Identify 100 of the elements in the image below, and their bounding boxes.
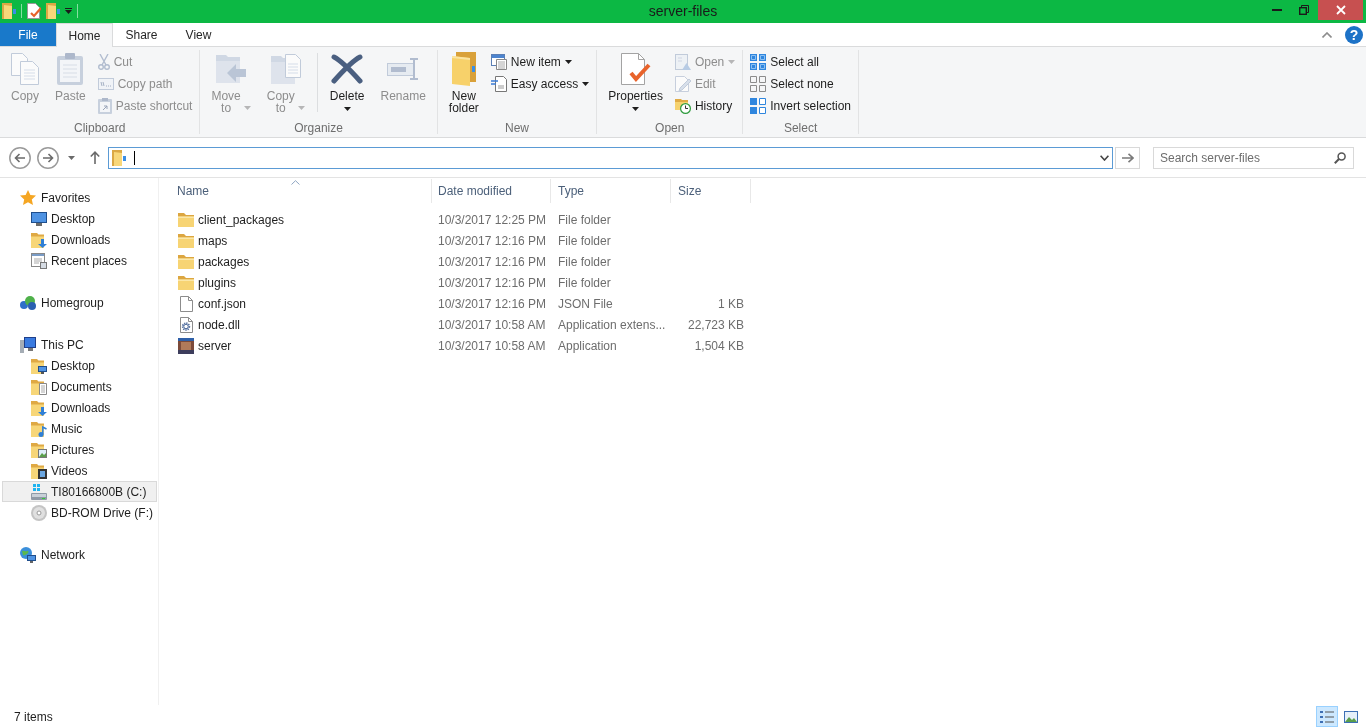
folder-icon [178, 254, 194, 269]
folder-icon [46, 3, 60, 19]
file-size: 22,723 KB [687, 317, 744, 332]
drive-icon [31, 483, 47, 500]
file-type: File folder [558, 212, 611, 227]
nav-item[interactable]: Downloads [2, 229, 157, 250]
details-view-button[interactable] [1316, 706, 1338, 727]
nav-item[interactable]: Homegroup [2, 292, 157, 313]
nav-item[interactable]: This PC [2, 334, 157, 355]
file-name[interactable]: server [198, 338, 232, 353]
window-title: server-files [648, 2, 718, 21]
back-icon [9, 146, 31, 169]
column-header[interactable]: Name [159, 179, 432, 203]
star-icon [20, 189, 36, 206]
globe-computer-icon [20, 546, 36, 563]
group-label: Organize [293, 120, 344, 137]
computer-icon [20, 336, 36, 353]
nav-item[interactable]: Recent places [2, 250, 157, 271]
picture-icon [1344, 710, 1358, 723]
back-button[interactable] [9, 146, 31, 169]
image-placeholder-icon [178, 337, 194, 354]
new-folder-button[interactable] [46, 3, 60, 19]
file-size: 1 KB [718, 296, 744, 311]
file-name[interactable]: maps [198, 233, 228, 248]
column-header[interactable]: Date modified [432, 179, 551, 203]
details-list-icon [1320, 710, 1334, 723]
file-size: 1,504 KB [694, 338, 744, 353]
new-item-button[interactable]: New item [487, 51, 593, 73]
nav-item[interactable]: Music [2, 418, 157, 439]
folder-document-icon [31, 378, 47, 395]
nav-item[interactable]: Downloads [2, 397, 157, 418]
document-gear-icon [179, 316, 193, 333]
clipboard-icon [57, 53, 84, 85]
caret-icon [68, 155, 75, 160]
monitor-icon [31, 211, 47, 226]
up-button[interactable] [90, 151, 100, 164]
document-icon [179, 295, 193, 312]
folder-icon [2, 3, 16, 19]
nav-item[interactable]: Desktop [2, 208, 157, 229]
chevron-up-icon [1322, 31, 1332, 38]
customize-toolbar-button[interactable] [65, 8, 72, 14]
folder-icon [451, 52, 476, 86]
cross-icon [331, 54, 364, 84]
disc-icon [31, 504, 47, 521]
history-button[interactable]: History [671, 95, 739, 117]
folder-download-icon [31, 399, 47, 416]
folder-monitor-icon [31, 357, 47, 374]
properties-button[interactable]: Properties [601, 49, 670, 111]
search-field[interactable]: Search server-files [1153, 146, 1354, 169]
forward-icon [37, 146, 59, 169]
nav-item[interactable]: TI80166800B (C:) [2, 481, 157, 502]
ribbon-tab[interactable]: View [170, 23, 227, 46]
file-name[interactable]: node.dll [198, 317, 241, 332]
window-list-icon [31, 252, 47, 269]
file-menu-button[interactable]: File [0, 23, 56, 46]
folder-arrow-icon [216, 55, 247, 83]
nav-item[interactable]: Desktop [2, 355, 157, 376]
column-header[interactable]: Size [671, 179, 751, 203]
folder-picture-icon [31, 441, 47, 458]
nav-item[interactable]: Favorites [2, 187, 157, 208]
text-box-icon [387, 58, 420, 80]
column-header[interactable]: Type [551, 179, 671, 203]
date-modified: 10/3/2017 12:16 PM [438, 296, 547, 311]
invert-selection-button[interactable]: Invert selection [747, 95, 854, 117]
item-count: 7 items [14, 709, 53, 724]
recent-locations-button[interactable] [68, 155, 75, 160]
document-check-icon [620, 53, 651, 85]
search-icon [1334, 151, 1346, 164]
easy-access-button[interactable]: Easy access [487, 73, 593, 95]
nav-item[interactable]: Pictures [2, 439, 157, 460]
select-none-button[interactable]: Select none [747, 73, 854, 95]
file-name[interactable]: packages [198, 254, 250, 269]
file-name[interactable]: client_packages [198, 212, 285, 227]
file-type: JSON File [558, 296, 613, 311]
app-menu-button[interactable] [2, 3, 16, 19]
new-folder-button[interactable]: New folder [441, 49, 486, 114]
delete-button[interactable]: Delete [322, 49, 372, 111]
group-label: Select [782, 120, 819, 137]
ribbon-tab[interactable]: Home [56, 23, 113, 47]
document-check-icon [27, 3, 41, 19]
caret-icon [65, 8, 72, 14]
help-button[interactable]: ? [1345, 25, 1363, 44]
nav-item[interactable]: Network [2, 544, 157, 565]
chevron-down-icon [1100, 154, 1109, 161]
grid-icon [750, 54, 767, 70]
properties-button[interactable] [27, 3, 41, 19]
nav-item[interactable]: BD-ROM Drive (F:) [2, 502, 157, 523]
document-lines-icon [490, 76, 507, 92]
file-name[interactable]: plugins [198, 275, 237, 290]
select-all-button[interactable]: Select all [747, 51, 854, 73]
folder-icon [178, 233, 194, 248]
nav-item[interactable]: Documents [2, 376, 157, 397]
file-name[interactable]: conf.json [198, 296, 247, 311]
folder-film-icon [31, 462, 47, 479]
collapse-ribbon-button[interactable] [1322, 31, 1332, 38]
forward-button[interactable] [37, 146, 59, 169]
address-field[interactable] [108, 146, 1113, 169]
close-button[interactable] [1318, 0, 1363, 20]
nav-item[interactable]: Videos [2, 460, 157, 481]
ribbon-tab[interactable]: Share [113, 23, 170, 46]
